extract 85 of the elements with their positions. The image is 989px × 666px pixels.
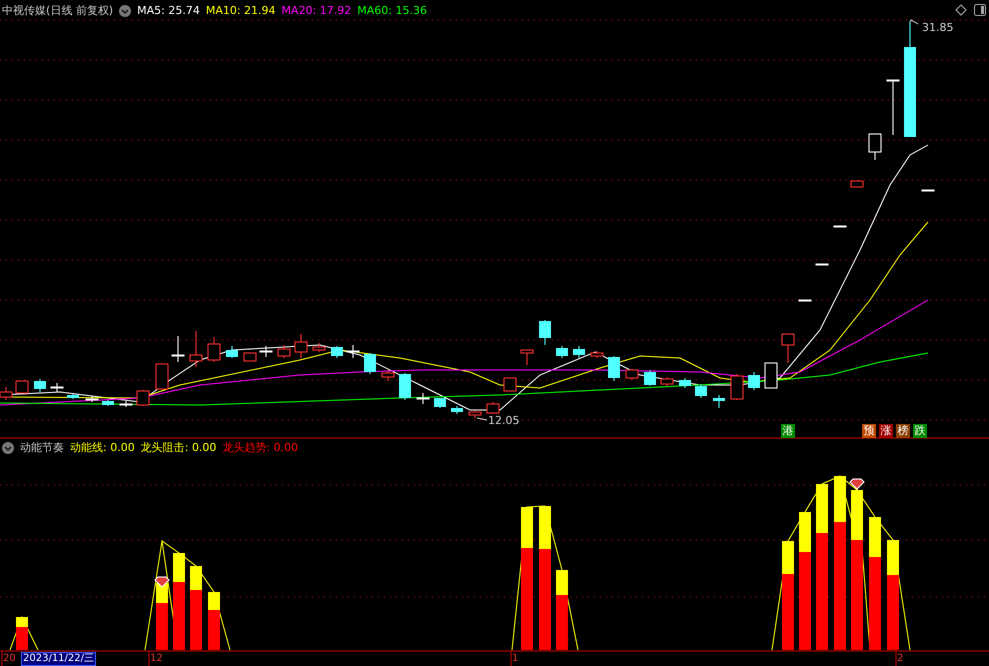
candlestick (644, 370, 656, 386)
candlestick (782, 334, 794, 364)
candlestick (886, 80, 900, 136)
candlestick (208, 336, 220, 362)
candlestick (294, 334, 308, 358)
candlestick (399, 372, 411, 400)
panel-icon[interactable] (974, 4, 986, 16)
cursor-date-label: 2023/11/22/三 (21, 652, 96, 666)
leader-line (476, 418, 488, 420)
candlestick (816, 264, 828, 266)
candlestick (86, 396, 98, 402)
candlestick (226, 346, 238, 358)
candlestick (346, 344, 360, 358)
gem-icon (154, 576, 170, 588)
candlestick (434, 398, 446, 408)
gem-icon (849, 478, 865, 490)
candlestick (102, 400, 114, 406)
date-label: 12 (150, 653, 163, 665)
tag-badge: 预 (862, 424, 876, 438)
candlestick (190, 330, 202, 368)
candlestick (331, 346, 343, 358)
candlestick (486, 402, 500, 414)
indicator-value: MA5: 25.74 (137, 4, 200, 17)
candlestick (748, 372, 760, 390)
date-label: 20 (3, 653, 16, 665)
tag-badge: 港 (781, 424, 795, 438)
tag-badge: 涨 (879, 424, 893, 438)
candlestick (626, 368, 638, 380)
candlestick (120, 400, 132, 408)
stock-title: 中视传媒(日线 前复权) (2, 3, 114, 18)
candlestick (260, 346, 272, 358)
candlestick (730, 374, 744, 400)
tag-badge: 跌 (913, 424, 927, 438)
indicator-value: MA60: 15.36 (357, 4, 427, 17)
candlestick (539, 320, 551, 346)
candlestick (590, 350, 604, 358)
candlestick (451, 406, 463, 414)
dropdown-icon[interactable] (119, 4, 132, 16)
candlestick (416, 392, 430, 404)
candlestick (34, 378, 46, 392)
indicator-title: 动能节奏 (20, 440, 64, 455)
candlestick (50, 382, 64, 392)
indicator-bar (156, 583, 168, 650)
candlestick (608, 356, 620, 382)
date-label: 2 (897, 653, 904, 665)
candlestick (382, 370, 394, 382)
indicator-line (10, 616, 38, 650)
candlestick (156, 364, 168, 390)
indicator-value: 龙头趋势: 0.00 (222, 440, 298, 455)
candlestick (364, 352, 376, 374)
candlestick (573, 346, 585, 358)
high-price-label: 31.85 (922, 21, 954, 34)
date-label: 1 (512, 653, 518, 665)
candlestick (278, 344, 290, 358)
candlestick (244, 352, 256, 362)
candlestick (695, 384, 707, 398)
candlestick (834, 226, 846, 228)
indicator-value: MA20: 17.92 (282, 4, 352, 17)
low-price-label: 12.05 (488, 414, 520, 427)
leader-line (910, 19, 918, 24)
tag-badge: 榜 (896, 424, 910, 438)
candlestick (16, 380, 28, 394)
indicator-bar (208, 592, 220, 650)
candlestick (556, 346, 568, 358)
candlestick (798, 300, 812, 302)
candlestick (504, 378, 516, 392)
candlestick (67, 394, 79, 400)
indicator-value: 动能线: 0.00 (70, 440, 135, 455)
indicator-value: 龙头阻击: 0.00 (140, 440, 216, 455)
candlestick (868, 134, 882, 160)
indicator-value: MA10: 21.94 (206, 4, 276, 17)
candlestick (713, 394, 725, 408)
dropdown-icon[interactable] (2, 442, 14, 454)
candlestick (520, 350, 534, 366)
candlestick (850, 180, 864, 188)
candlestick (660, 376, 674, 386)
indicator-bar (16, 617, 28, 650)
candlestick (312, 342, 326, 352)
candlestick (679, 378, 691, 388)
candlestick (764, 362, 778, 388)
diamond-icon[interactable] (955, 4, 967, 16)
candlestick (136, 390, 150, 406)
candlestick (468, 410, 482, 418)
candlestick (172, 336, 184, 362)
candlestick (922, 190, 934, 192)
